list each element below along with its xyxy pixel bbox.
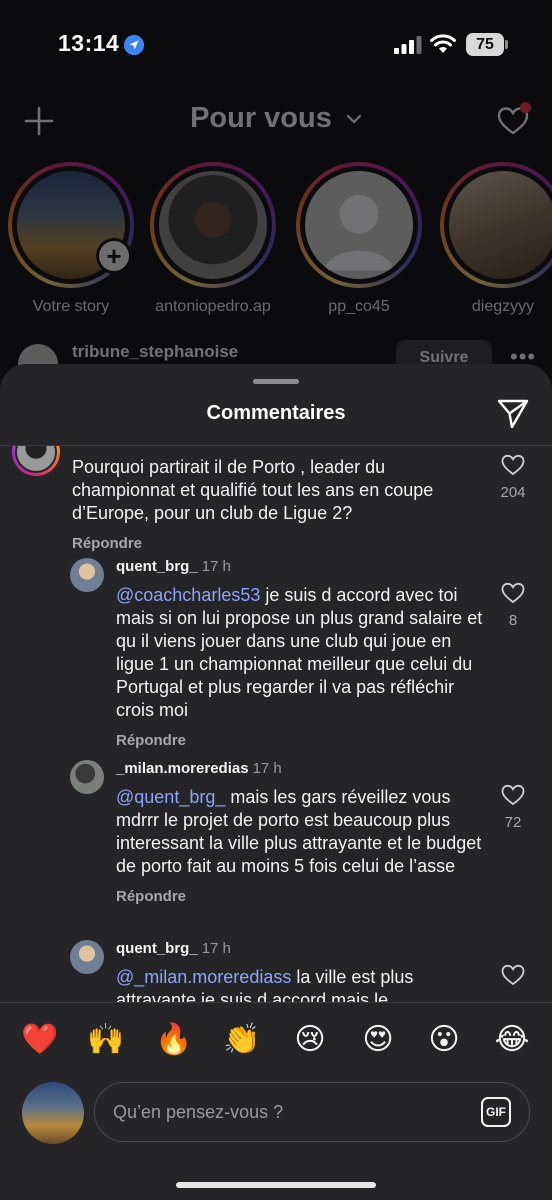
emoji-surprised-button[interactable]: 😮 — [424, 1020, 464, 1060]
like-button[interactable]: 204 — [493, 454, 533, 501]
story-name: antoniopedro.ap — [155, 298, 271, 315]
comment-avatar[interactable] — [70, 558, 104, 592]
feed-background: Pour vous + Votre story antoniopedro.ap … — [0, 92, 552, 392]
home-indicator — [176, 1182, 376, 1188]
story-avatar — [159, 171, 267, 279]
comment-input-placeholder: Qu’en pensez-vous ? — [113, 1102, 284, 1122]
wifi-icon — [430, 34, 456, 53]
sheet-title: Commentaires — [206, 402, 346, 424]
story-name: Votre story — [32, 298, 110, 315]
emoji-fire-button[interactable]: 🔥 — [154, 1020, 194, 1060]
comment-mention[interactable]: @coachcharles53 — [116, 585, 260, 605]
like-heart-icon — [501, 784, 525, 806]
comment-username[interactable]: quent_brg_ — [116, 558, 198, 575]
like-count: 204 — [500, 484, 526, 501]
notification-dot — [520, 102, 531, 113]
story-name: diegzyyy — [471, 298, 535, 315]
emoji-raised-hands-button[interactable]: 🙌 — [86, 1020, 126, 1060]
status-time: 13:14 — [58, 30, 120, 56]
gif-icon[interactable]: GIF — [481, 1097, 511, 1127]
like-heart-icon — [501, 964, 525, 986]
comment-time: 17 h — [252, 760, 282, 777]
share-send-icon[interactable] — [496, 398, 530, 430]
like-count: 72 — [504, 814, 522, 831]
story-item[interactable]: diegzyyy — [440, 162, 552, 316]
like-button[interactable]: 8 — [493, 582, 533, 629]
chevron-down-icon — [346, 115, 362, 124]
like-button[interactable]: 72 — [493, 784, 533, 831]
stories-tray: + Votre story antoniopedro.ap pp_co45 di… — [0, 162, 552, 315]
feed-title[interactable]: Pour vous — [0, 102, 552, 135]
emoji-clap-button[interactable]: 👏 — [222, 1020, 262, 1060]
signal-icon — [394, 36, 422, 54]
reply-button[interactable]: Répondre — [72, 535, 482, 552]
comment-avatar[interactable] — [70, 760, 104, 794]
comment-time: 17 h — [201, 558, 231, 575]
comment-list[interactable]: Pourquoi partirait il de Porto , leader … — [0, 446, 552, 1002]
battery-indicator: 75 — [466, 33, 504, 56]
emoji-divider — [0, 1002, 552, 1003]
reply-button[interactable]: Répondre — [116, 732, 486, 749]
story-item[interactable]: antoniopedro.ap — [150, 162, 280, 316]
like-heart-icon — [501, 582, 525, 604]
comment-mention[interactable]: @_milan.morerediass — [116, 967, 291, 987]
comment-username[interactable]: quent_brg_ — [116, 940, 198, 957]
status-bar: 13:14 75 — [0, 0, 552, 92]
story-item[interactable]: + Votre story — [8, 162, 138, 316]
post-username[interactable]: tribune_stephanoise — [72, 342, 238, 362]
reply-button[interactable]: Répondre — [116, 888, 486, 905]
comment-avatar[interactable] — [70, 940, 104, 974]
comment-mention[interactable]: @quent_brg_ — [116, 787, 225, 807]
like-button[interactable] — [493, 964, 533, 986]
comment-input[interactable]: Qu’en pensez-vous ? GIF — [94, 1082, 530, 1142]
emoji-heart-button[interactable]: ❤️ — [20, 1020, 60, 1060]
story-name: pp_co45 — [328, 298, 390, 315]
story-avatar — [305, 171, 413, 279]
comment-avatar[interactable] — [12, 446, 60, 476]
emoji-heart-eyes-button[interactable]: 😍 — [358, 1020, 398, 1060]
like-heart-icon — [501, 454, 525, 476]
emoji-crying-button[interactable]: 😢 — [290, 1020, 330, 1060]
comments-sheet: Commentaires Pourquoi partirait il de Po… — [0, 364, 552, 1200]
my-avatar — [22, 1082, 84, 1144]
emoji-bar: ❤️ 🙌 🔥 👏 😢 😍 😮 😂 — [0, 1020, 552, 1064]
like-count: 8 — [508, 612, 518, 629]
location-arrow-icon — [123, 34, 145, 56]
comment-text: je suis d accord avec toi mais si on lui… — [116, 585, 483, 720]
comment-text: Pourquoi partirait il de Porto , leader … — [72, 457, 434, 523]
story-avatar — [449, 171, 552, 279]
story-item[interactable]: pp_co45 — [296, 162, 426, 316]
add-story-button[interactable]: + — [96, 238, 132, 274]
emoji-laughing-button[interactable]: 😂 — [492, 1020, 532, 1060]
comment-username[interactable]: _milan.moreredias — [116, 760, 249, 777]
feed-title-label: Pour vous — [190, 102, 332, 134]
comment-time: 17 h — [201, 940, 231, 957]
battery-tip — [505, 40, 508, 49]
sheet-grabber[interactable] — [253, 379, 299, 384]
